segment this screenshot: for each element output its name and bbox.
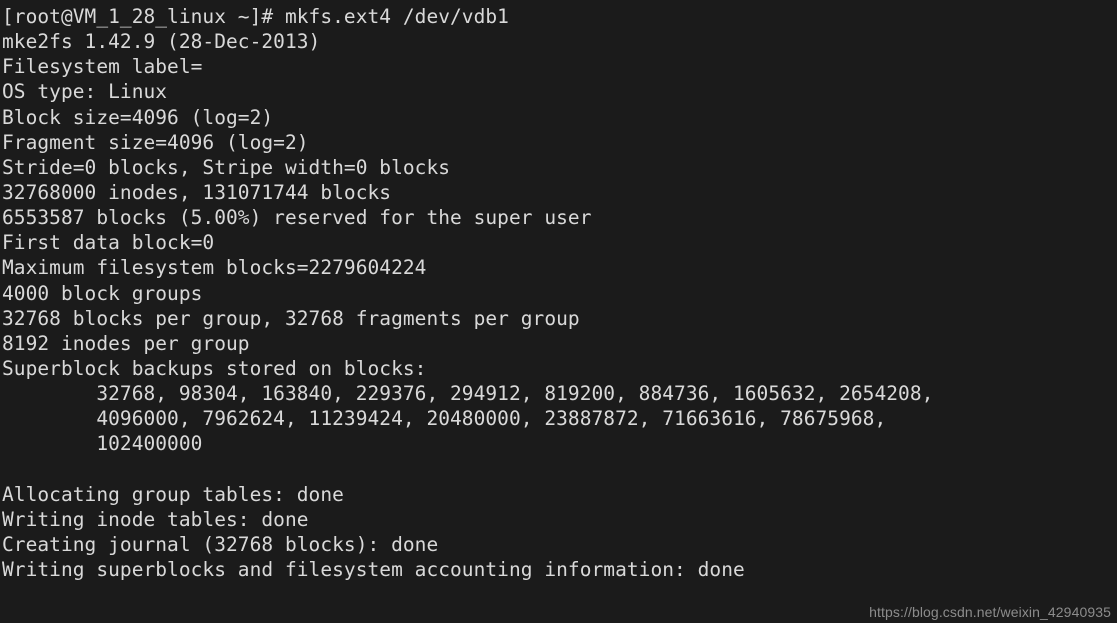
terminal-window[interactable]: [root@VM_1_28_linux ~]# mkfs.ext4 /dev/v… [0,0,1117,623]
terminal-line: 4096000, 7962624, 11239424, 20480000, 23… [2,407,887,431]
terminal-output: [root@VM_1_28_linux ~]# mkfs.ext4 /dev/v… [2,4,1117,582]
terminal-line: Stride=0 blocks, Stripe width=0 blocks [2,155,451,179]
terminal-line: 32768 blocks per group, 32768 fragments … [2,306,580,330]
terminal-line: 32768, 98304, 163840, 229376, 294912, 81… [2,382,934,406]
terminal-line: Filesystem label= [2,55,203,79]
watermark-text: https://blog.csdn.net/weixin_42940935 [869,604,1111,620]
terminal-line: Superblock backups stored on blocks: [2,356,427,380]
terminal-line: 32768000 inodes, 131071744 blocks [2,180,392,204]
terminal-line: Writing inode tables: done [2,507,309,531]
terminal-line: Fragment size=4096 (log=2) [2,130,309,154]
terminal-line: 102400000 [2,432,203,456]
terminal-line: 6553587 blocks (5.00%) reserved for the … [2,206,592,230]
terminal-line: Maximum filesystem blocks=2279604224 [2,256,427,280]
terminal-line: Writing superblocks and filesystem accou… [2,558,745,582]
terminal-line: Allocating group tables: done [2,482,344,506]
terminal-line: Block size=4096 (log=2) [2,105,274,129]
terminal-line: Creating journal (32768 blocks): done [2,532,439,556]
terminal-prompt-line: [root@VM_1_28_linux ~]# mkfs.ext4 /dev/v… [2,5,509,28]
terminal-line: 8192 inodes per group [2,331,250,355]
terminal-line: mke2fs 1.42.9 (28-Dec-2013) [2,30,321,54]
terminal-line: First data block=0 [2,231,215,255]
terminal-line: OS type: Linux [2,80,168,104]
terminal-line: 4000 block groups [2,281,203,305]
